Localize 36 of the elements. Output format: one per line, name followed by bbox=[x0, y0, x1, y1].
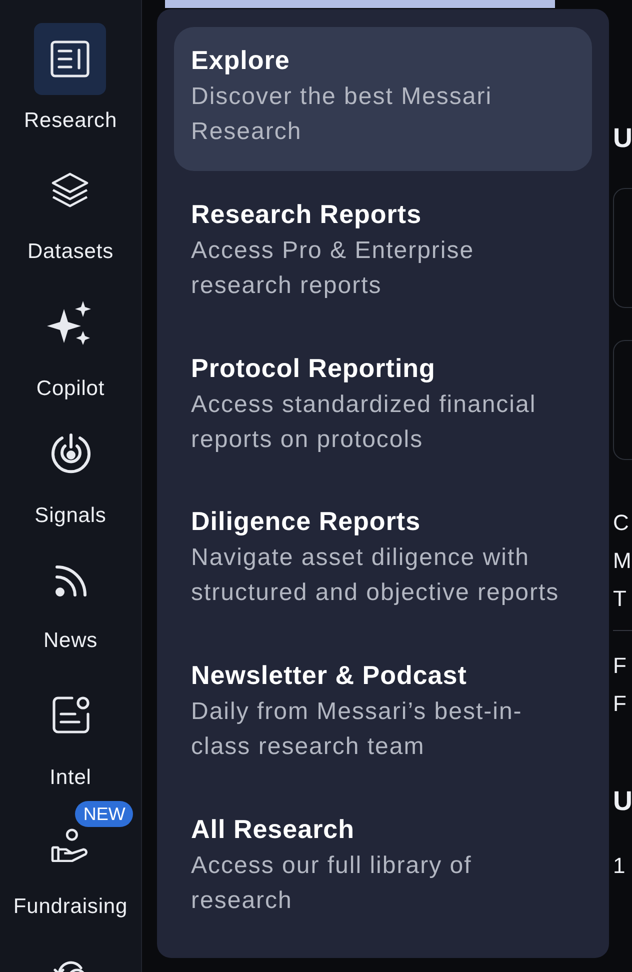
target-icon bbox=[50, 432, 92, 474]
nav-icon-button-selected[interactable] bbox=[34, 23, 106, 95]
menu-item[interactable]: Protocol Reporting Access standardized financial reports on protocols bbox=[174, 334, 592, 478]
nav-icon-button[interactable] bbox=[50, 432, 92, 474]
sparkles-icon bbox=[47, 301, 94, 347]
nav-label[interactable]: News bbox=[43, 629, 98, 653]
menu-item[interactable]: Explore Discover the best Messari Research bbox=[174, 27, 592, 171]
nav-icon-button[interactable] bbox=[50, 170, 90, 210]
layers-icon bbox=[50, 170, 90, 210]
nav-label[interactable]: Datasets bbox=[27, 240, 114, 264]
nav-icon-button[interactable] bbox=[51, 828, 90, 862]
menu-item[interactable]: Research Reports Access Pro & Enterprise research reports bbox=[174, 180, 592, 325]
nav-label[interactable]: Signals bbox=[34, 504, 106, 528]
nav-label[interactable]: Intel bbox=[50, 766, 92, 790]
nav-label[interactable]: Research bbox=[24, 109, 118, 133]
stat-label: C bbox=[613, 509, 630, 537]
new-badge: NEW bbox=[75, 801, 134, 827]
nav-icon-button[interactable] bbox=[52, 563, 88, 599]
stat-label: M bbox=[613, 547, 632, 575]
nav-label[interactable]: Copilot bbox=[36, 377, 105, 401]
note-icon bbox=[50, 694, 92, 736]
stat-value: 1 bbox=[613, 852, 626, 880]
stat-label: F bbox=[613, 690, 628, 718]
menu-item[interactable]: Newsletter & Podcast Daily from Messari’s best-in-class research team bbox=[174, 642, 592, 786]
stat-label: T bbox=[613, 585, 628, 613]
menu-item[interactable]: Diligence Reports Navigate asset diligence with structured and objective reports bbox=[174, 488, 592, 632]
article-icon bbox=[50, 39, 90, 79]
hand-coin-icon bbox=[51, 828, 90, 862]
rss-icon bbox=[52, 563, 88, 599]
nav-icon-button[interactable] bbox=[47, 301, 94, 347]
section-heading: U bbox=[613, 122, 632, 155]
menu-item[interactable]: All Research Access our full library of research bbox=[174, 796, 592, 940]
nav-label[interactable]: Fundraising bbox=[13, 895, 128, 919]
section-heading: U bbox=[613, 785, 632, 818]
nav-icon-button[interactable] bbox=[50, 694, 92, 736]
stat-label: F bbox=[613, 652, 628, 680]
